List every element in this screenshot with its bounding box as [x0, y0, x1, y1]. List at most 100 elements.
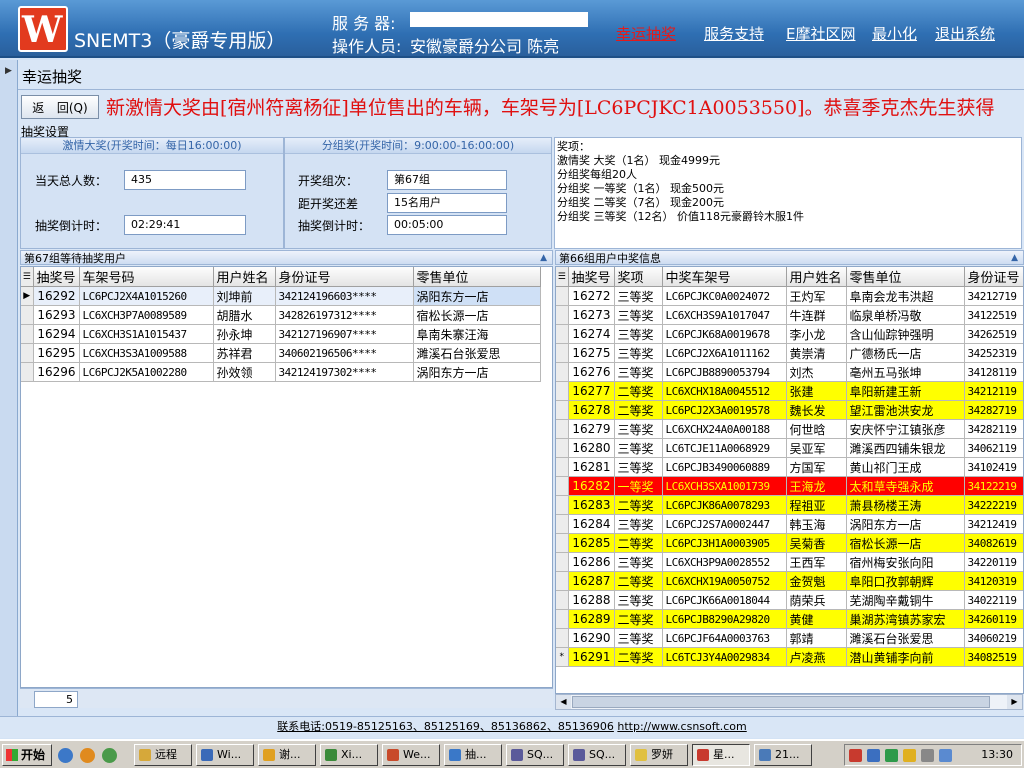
tray-security-icon[interactable]: [885, 749, 898, 762]
taskbar-task[interactable]: SQ...: [506, 744, 564, 766]
expand-arrow-icon[interactable]: ▶: [5, 66, 12, 76]
table-row[interactable]: ▶ 16292 LC6PCJ2X4A1015260 刘坤前 342124196603**…: [21, 286, 541, 306]
column-header[interactable]: 零售单位: [846, 267, 965, 287]
nav-exit[interactable]: 退出系统: [935, 23, 995, 44]
column-header[interactable]: 身份证号: [275, 267, 414, 287]
table-row[interactable]: 16294 LC6XCH3S1A1015437 孙永坤 342127196907***…: [21, 324, 541, 344]
nav-lucky-draw[interactable]: 幸运抽奖: [616, 23, 676, 44]
contact-url[interactable]: http://www.csnsoft.com: [617, 720, 746, 733]
taskbar-task[interactable]: 罗妍: [630, 744, 688, 766]
row-indicator[interactable]: [21, 324, 34, 344]
column-header[interactable]: 身份证号: [964, 267, 1023, 287]
nav-support[interactable]: 服务支持: [704, 23, 764, 44]
shield-quicklaunch-icon[interactable]: [102, 748, 117, 763]
row-indicator[interactable]: *: [556, 647, 569, 667]
table-row[interactable]: * 16291 二等奖 LC6TCJ3Y4A0029834 卢凌燕 潜山黄铺李向前 3408…: [556, 647, 1023, 667]
row-indicator[interactable]: [556, 324, 569, 344]
left-collapse-strip[interactable]: ▶: [0, 60, 18, 716]
row-indicator[interactable]: [556, 552, 569, 572]
table-row[interactable]: 16287 二等奖 LC6XCHX19A0050752 金贺魁 阜阳口孜郭朝辉 34120…: [556, 571, 1023, 591]
table-row[interactable]: 16285 二等奖 LC6PCJ3H1A0003905 吴菊香 宿松长源一店 340826…: [556, 533, 1023, 553]
total-users-field[interactable]: 435: [124, 170, 246, 190]
table-row[interactable]: 16289 二等奖 LC6PCJB8290A29820 黄健 巢湖苏湾镇苏家宏 34260…: [556, 609, 1023, 629]
row-indicator[interactable]: [556, 533, 569, 553]
tray-volume-icon[interactable]: [939, 749, 952, 762]
table-row[interactable]: 16275 三等奖 LC6PCJ2X6A1011162 黄崇清 广德杨氏一店 342523…: [556, 343, 1023, 363]
row-indicator[interactable]: [556, 305, 569, 325]
row-indicator[interactable]: [556, 286, 569, 306]
row-indicator[interactable]: [556, 571, 569, 591]
draw-round-field[interactable]: 第67组: [387, 170, 507, 190]
table-row[interactable]: 16280 三等奖 LC6TCJE11A0068929 吴亚军 濉溪西四铺朱银龙 3406…: [556, 438, 1023, 458]
taskbar-task[interactable]: 谢...: [258, 744, 316, 766]
passion-countdown-field[interactable]: 02:29:41: [124, 215, 246, 235]
table-row[interactable]: 16276 三等奖 LC6PCJB8890053794 刘杰 亳州五马张坤 3412811…: [556, 362, 1023, 382]
table-row[interactable]: 16278 二等奖 LC6PCJ2X3A0019578 魏长发 望江雷池洪安龙 34282…: [556, 400, 1023, 420]
tray-network-icon[interactable]: [867, 749, 880, 762]
row-indicator[interactable]: [556, 628, 569, 648]
row-indicator[interactable]: [556, 343, 569, 363]
tray-app-icon[interactable]: [849, 749, 862, 762]
taskbar-task[interactable]: SQ...: [568, 744, 626, 766]
table-row[interactable]: 16282 一等奖 LC6XCH3SXA1001739 王海龙 太和草寺强永成 34122…: [556, 476, 1023, 496]
row-indicator[interactable]: [21, 362, 34, 382]
table-row[interactable]: 16274 三等奖 LC6PCJK68A0019678 李小龙 含山仙踪钟强明 34262…: [556, 324, 1023, 344]
table-row[interactable]: 16277 二等奖 LC6XCHX18A0045512 张建 阜阳新建王新 3421211…: [556, 381, 1023, 401]
taskbar-task[interactable]: 星...: [692, 744, 750, 766]
taskbar-task[interactable]: Wi...: [196, 744, 254, 766]
taskbar-task[interactable]: 21...: [754, 744, 812, 766]
row-indicator[interactable]: [556, 495, 569, 515]
taskbar-task[interactable]: 远程: [134, 744, 192, 766]
row-indicator[interactable]: [556, 362, 569, 382]
collapse-caret-icon[interactable]: ▲: [1011, 251, 1018, 266]
column-header[interactable]: 抽奖号: [33, 267, 80, 287]
taskbar-task[interactable]: We...: [382, 744, 440, 766]
taskbar-task[interactable]: Xi...: [320, 744, 378, 766]
column-header[interactable]: 零售单位: [413, 267, 541, 287]
row-indicator[interactable]: [556, 609, 569, 629]
firefox-quicklaunch-icon[interactable]: [80, 748, 95, 763]
table-row[interactable]: 16296 LC6PCJ2K5A1002280 孙效领 342124197302***…: [21, 362, 541, 382]
ie-quicklaunch-icon[interactable]: [58, 748, 73, 763]
row-indicator[interactable]: ▶: [21, 286, 34, 306]
row-indicator[interactable]: [556, 419, 569, 439]
group-countdown-field[interactable]: 00:05:00: [387, 215, 507, 235]
nav-minimize[interactable]: 最小化: [872, 23, 917, 44]
column-header[interactable]: 用户姓名: [213, 267, 276, 287]
table-row[interactable]: 16284 三等奖 LC6PCJ2S7A0002447 韩玉海 涡阳东方一店 342124…: [556, 514, 1023, 534]
table-row[interactable]: 16283 二等奖 LC6PCJK86A0078293 程祖亚 萧县杨楼王涛 342222…: [556, 495, 1023, 515]
tray-star-icon[interactable]: [921, 749, 934, 762]
table-row[interactable]: 16273 三等奖 LC6XCH3S9A1017047 牛连群 临泉单桥冯敬 341225…: [556, 305, 1023, 325]
scroll-thumb[interactable]: [572, 696, 990, 708]
table-row[interactable]: 16281 三等奖 LC6PCJB3490060889 方国军 黄山祁门王成 341024…: [556, 457, 1023, 477]
column-header[interactable]: 抽奖号: [568, 267, 615, 287]
column-header[interactable]: 车架号码: [79, 267, 214, 287]
table-row[interactable]: 16295 LC6XCH3S3A1009588 苏祥君 340602196506***…: [21, 343, 541, 363]
table-row[interactable]: 16286 三等奖 LC6XCH3P9A0028552 王西军 宿州梅安张向阳 34220…: [556, 552, 1023, 572]
collapse-caret-icon[interactable]: ▲: [540, 251, 547, 266]
row-indicator[interactable]: [21, 305, 34, 325]
column-header[interactable]: 奖项: [614, 267, 663, 287]
scroll-right-icon[interactable]: ▶: [1007, 695, 1022, 709]
column-header[interactable]: 中奖车架号: [662, 267, 787, 287]
winners-horizontal-scrollbar[interactable]: ◀ ▶: [555, 694, 1023, 710]
row-indicator[interactable]: [556, 381, 569, 401]
table-row[interactable]: 16288 三等奖 LC6PCJK66A0018044 荫荣兵 芜湖陶辛戴铜牛 34022…: [556, 590, 1023, 610]
row-indicator[interactable]: [556, 457, 569, 477]
remaining-users-field[interactable]: 15名用户: [387, 193, 507, 213]
row-indicator[interactable]: [556, 514, 569, 534]
nav-community[interactable]: E摩社区网: [786, 23, 855, 44]
table-row[interactable]: 16293 LC6XCH3P7A0089589 胡腊水 342826197312***…: [21, 305, 541, 325]
row-indicator[interactable]: [556, 400, 569, 420]
table-row[interactable]: 16279 三等奖 LC6XCHX24A0A00188 何世晗 安庆怀宁江镇张彦 3428…: [556, 419, 1023, 439]
scroll-left-icon[interactable]: ◀: [556, 695, 571, 709]
row-indicator[interactable]: [556, 476, 569, 496]
taskbar-task[interactable]: 抽...: [444, 744, 502, 766]
table-row[interactable]: 16290 三等奖 LC6PCJF64A0003763 郭靖 濉溪石台张爱思 340602…: [556, 628, 1023, 648]
start-button[interactable]: 开始: [2, 744, 52, 766]
tray-messenger-icon[interactable]: [903, 749, 916, 762]
row-indicator[interactable]: [21, 343, 34, 363]
back-button[interactable]: 返 回(Q): [21, 95, 99, 119]
row-indicator[interactable]: [556, 590, 569, 610]
column-header[interactable]: 用户姓名: [786, 267, 847, 287]
